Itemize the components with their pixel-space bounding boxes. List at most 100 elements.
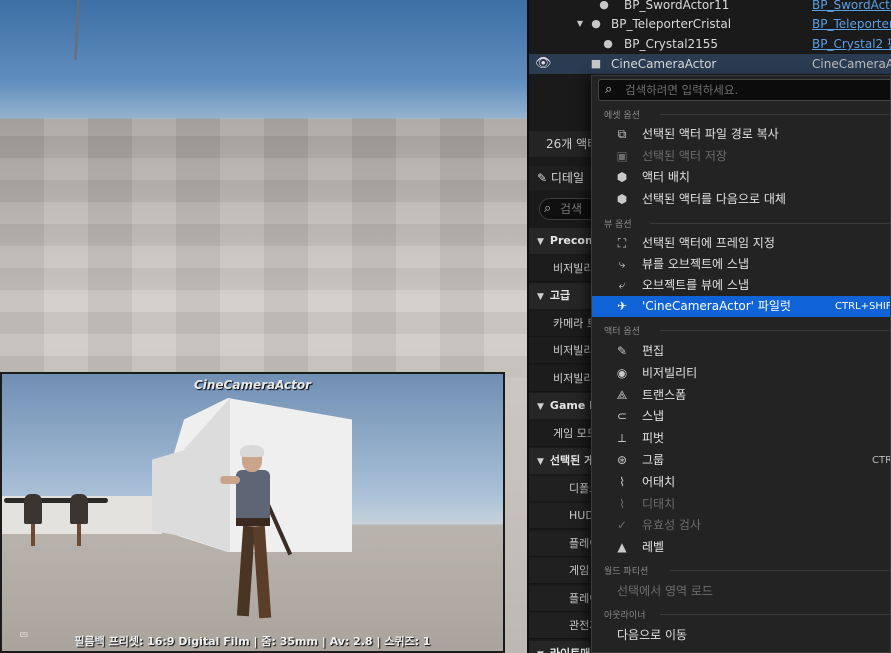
details-property[interactable]: 게임 — [529, 558, 599, 584]
menu-section-world: 월드 파티션 — [604, 567, 649, 577]
menu-section-divider — [670, 570, 890, 571]
menu-item-label: 선택에서 영역 로드 — [617, 584, 713, 598]
menu-item-shortcut: CTRL+SHIF — [835, 301, 891, 312]
collapse-arrow-icon[interactable]: ▼ — [537, 292, 544, 302]
character-model — [220, 445, 298, 619]
menu-item[interactable]: ⧉ 선택된 액터 파일 경로 복사 — [592, 124, 890, 145]
outliner-row-type: CineCameraAct — [812, 57, 891, 71]
details-category[interactable]: ▼ Game M — [529, 393, 599, 419]
menu-item-label: 'CineCameraActor' 파일럿 — [642, 299, 791, 313]
menu-item[interactable]: ⌇ 어태치 — [592, 472, 890, 493]
context-menu-search-input[interactable] — [625, 80, 885, 100]
menu-item[interactable]: ✈ 'CineCameraActor' 파일럿 CTRL+SHIF — [592, 296, 891, 317]
actor-count: 26개 액터 — [529, 131, 599, 157]
details-category[interactable]: ▼ 라이트매 — [529, 640, 599, 653]
outliner-row-type-link[interactable]: BP_SwordActo — [812, 0, 891, 15]
menu-item[interactable]: ⤷ 뷰를 오브젝트에 스냅 — [592, 254, 890, 275]
expand-arrow-icon[interactable]: ▼ — [573, 17, 587, 31]
menu-item-label: 그룹 — [642, 453, 665, 467]
collapse-arrow-icon[interactable]: ▼ — [537, 457, 544, 467]
outliner-row-name: BP_Crystal2155 — [624, 37, 719, 51]
outliner-row-name: BP_SwordActor11 — [624, 0, 730, 12]
actor-icon: ● — [603, 37, 613, 50]
menu-section-divider — [660, 114, 890, 115]
menu-item-label: 다음으로 이동 — [617, 628, 688, 642]
menu-item: ✓ 유효성 검사 — [592, 515, 890, 536]
menu-item[interactable]: ⛶ 선택된 액터에 프레임 지정 — [592, 233, 890, 254]
outliner-row-type-link[interactable]: BP_Teleporter — [812, 14, 891, 34]
details-category[interactable]: ▼ 선택된 게 — [529, 448, 599, 474]
outliner-row[interactable]: ● BP_SwordActor11 BP_SwordActo — [529, 0, 891, 15]
context-menu-search[interactable]: ⌕ — [598, 79, 890, 101]
snap-object-icon: ⤶ — [618, 278, 626, 292]
outliner-row[interactable]: ▼ ● BP_TeleporterCristal BP_Teleporter — [529, 14, 891, 34]
background-pole — [74, 0, 80, 60]
menu-item[interactable]: ⤶ 오브젝트를 뷰에 스냅 — [592, 275, 890, 296]
menu-item-label: 선택된 액터 파일 경로 복사 — [642, 127, 779, 141]
search-icon: ⌕ — [605, 82, 613, 97]
details-property[interactable]: 플레이 — [529, 585, 599, 612]
menu-item[interactable]: ▲ 레벨 — [592, 537, 890, 558]
menu-item-label: 비저빌리티 — [642, 365, 698, 380]
menu-item[interactable]: ✎ 편집 — [592, 341, 890, 362]
menu-item[interactable]: ⊛ 그룹 CTR — [592, 450, 891, 471]
outliner-row[interactable]: ● BP_Crystal2155 BP_Crystal2 편 — [529, 34, 891, 54]
pilot-icon: ✈ — [616, 299, 628, 313]
menu-item[interactable]: ⬢ 액터 배치 — [592, 167, 890, 188]
details-row-label: 선택된 게 — [549, 454, 595, 467]
details-category[interactable]: ▼ Precom — [529, 228, 599, 254]
save-icon: ▣ — [616, 148, 628, 163]
details-property[interactable]: 디폴트 — [529, 475, 599, 502]
context-menu: ⌕ 에셋 옵션⧉선택된 액터 파일 경로 복사▣선택된 액터 저장⬢액터 배치⬢… — [591, 75, 891, 653]
detach-icon: ⌇ — [619, 496, 625, 511]
menu-item[interactable]: ⟂ 피벗 — [592, 428, 890, 449]
menu-item[interactable]: ⊂ 스냅 — [592, 406, 890, 427]
visibility-eye-icon[interactable]: 👁 — [535, 54, 552, 74]
details-property[interactable]: 비저빌리 — [529, 255, 599, 282]
details-property[interactable]: 관전자 — [529, 613, 599, 639]
eye-icon: ◉ — [616, 365, 628, 380]
preview-camera-info: 필름백 프리셋: 16:9 Digital Film | 줌: 35mm | A… — [74, 635, 431, 648]
menu-item[interactable]: ◉ 비저빌리티 — [592, 363, 890, 384]
group-icon: ⊛ — [616, 453, 628, 467]
details-row-label: 고급 — [549, 289, 571, 302]
details-row-label: Precom — [549, 234, 597, 247]
details-search-input[interactable]: ⌕ 검색 — [539, 198, 599, 220]
menu-section-divider — [650, 223, 890, 224]
details-row-label: 게임 — [569, 564, 590, 577]
level-viewport[interactable]: CineCameraActor ⮹ 필름백 프리셋: 16:9 Digital … — [0, 0, 527, 653]
outliner-row-selected[interactable]: 👁 ■ CineCameraActor CineCameraAct — [529, 54, 891, 74]
details-property[interactable]: 카메라 트 — [529, 310, 599, 337]
details-category[interactable]: ▼ 고급 — [529, 283, 599, 309]
menu-item-label: 어태치 — [642, 474, 676, 489]
collapse-arrow-icon[interactable]: ▼ — [537, 650, 544, 653]
validate-icon: ✓ — [616, 518, 628, 533]
details-tab[interactable]: ✎ 디테일 — [529, 166, 599, 190]
details-property[interactable]: 플레이 — [529, 530, 599, 557]
menu-item-label: 편집 — [642, 344, 665, 358]
details-property[interactable]: 비저빌리 — [529, 338, 599, 364]
menu-item[interactable]: 다음으로 이동 — [592, 625, 890, 646]
details-property[interactable]: 비저빌리 — [529, 365, 599, 392]
details-row-label: 비저빌리 — [553, 261, 594, 275]
details-row-label: 비저빌리 — [553, 344, 594, 357]
collapse-arrow-icon[interactable]: ▼ — [537, 237, 544, 247]
menu-item-label: 오브젝트를 뷰에 스냅 — [642, 278, 749, 292]
menu-item[interactable]: ⬢ 선택된 액터를 다음으로 대체 — [592, 189, 890, 210]
menu-item-label: 트랜스폼 — [642, 387, 687, 402]
menu-item[interactable]: ⟁ 트랜스폼 — [592, 385, 890, 406]
snap-view-icon: ⤷ — [618, 257, 626, 271]
camera-icon: ■ — [590, 57, 602, 70]
details-property[interactable]: HUD — [529, 503, 599, 529]
details-property[interactable]: 게임 모드 — [529, 420, 599, 447]
menu-item-label: 디태치 — [642, 496, 676, 511]
copy-icon: ⧉ — [617, 127, 627, 141]
outliner-row-name: CineCameraActor — [611, 57, 717, 71]
outliner-row-type-link[interactable]: BP_Crystal2 편 — [812, 34, 891, 54]
menu-item-shortcut: CTR — [872, 455, 891, 466]
details-search-placeholder: 검색 — [560, 202, 583, 216]
menu-item-label: 레벨 — [642, 540, 665, 555]
collapse-arrow-icon[interactable]: ▼ — [537, 402, 544, 412]
menu-item: ⌇ 디태치 — [592, 494, 890, 515]
pivot-icon: ⟂ — [617, 431, 626, 446]
